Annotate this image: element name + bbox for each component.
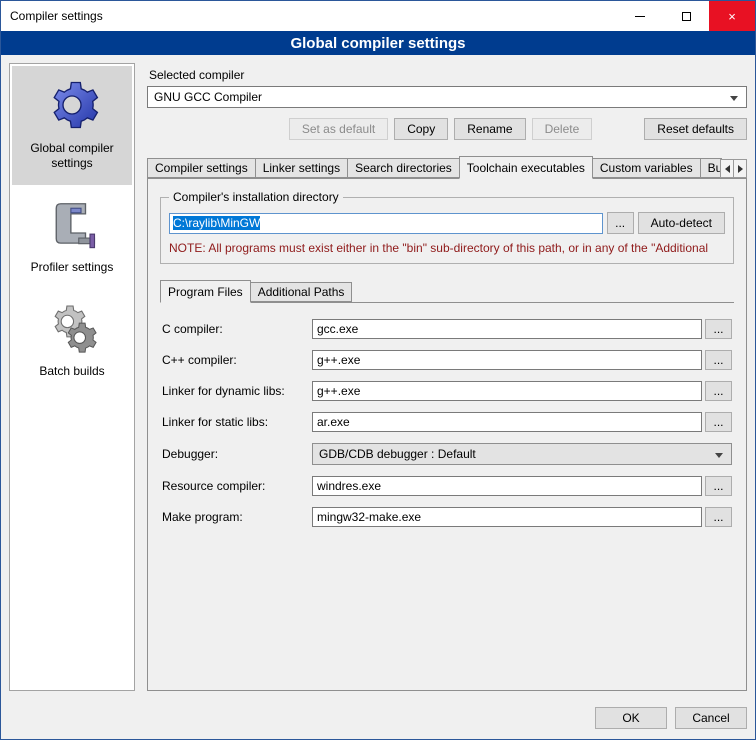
scroll-left-icon (725, 165, 730, 173)
tab-toolchain-executables[interactable]: Toolchain executables (459, 156, 593, 179)
dynamic-linker-browse-button[interactable]: ... (705, 381, 732, 401)
make-program-row: Make program: ... (162, 507, 732, 527)
reset-defaults-button[interactable]: Reset defaults (644, 118, 747, 140)
resource-compiler-row: Resource compiler: ... (162, 476, 732, 496)
delete-button: Delete (532, 118, 593, 140)
tab-linker-settings[interactable]: Linker settings (255, 158, 348, 178)
sidebar-item-label: Batch builds (39, 364, 104, 379)
static-linker-row: Linker for static libs: ... (162, 412, 732, 432)
installation-directory-input[interactable]: C:\raylib\MinGW (169, 213, 603, 234)
c-compiler-row: C compiler: ... (162, 319, 732, 339)
tab-custom-variables[interactable]: Custom variables (592, 158, 701, 178)
titlebar: Compiler settings × (1, 1, 755, 31)
resource-compiler-input[interactable] (312, 476, 702, 496)
settings-tabbar: Compiler settings Linker settings Search… (147, 156, 747, 178)
static-linker-browse-button[interactable]: ... (705, 412, 732, 432)
static-linker-input[interactable] (312, 412, 702, 432)
resource-compiler-browse-button[interactable]: ... (705, 476, 732, 496)
debugger-label: Debugger: (162, 447, 312, 461)
program-files-tabbar: Program Files Additional Paths (160, 280, 734, 302)
debugger-select[interactable]: GDB/CDB debugger : Default (312, 443, 732, 465)
tab-build-options[interactable]: Build options (700, 158, 722, 178)
tab-scroll-right-button[interactable] (733, 159, 747, 178)
cpp-compiler-input[interactable] (312, 350, 702, 370)
tab-scroll-left-button[interactable] (720, 159, 734, 178)
bin-subdirectory-note: NOTE: All programs must exist either in … (169, 241, 725, 255)
tab-additional-paths[interactable]: Additional Paths (250, 282, 353, 302)
cancel-button[interactable]: Cancel (675, 707, 747, 729)
minimize-button[interactable] (617, 1, 663, 31)
debugger-select-value: GDB/CDB debugger : Default (319, 447, 476, 461)
make-program-input[interactable] (312, 507, 702, 527)
chevron-down-icon (715, 453, 723, 458)
installation-directory-group: Compiler's installation directory C:\ray… (160, 197, 734, 264)
auto-detect-button[interactable]: Auto-detect (638, 212, 725, 234)
compiler-settings-window: Compiler settings × Global compiler sett… (0, 0, 756, 740)
tab-scroll-buttons (721, 159, 747, 178)
maximize-button[interactable] (663, 1, 709, 31)
compiler-actions: Set as default Copy Rename Delete Reset … (147, 118, 747, 140)
compiler-select-value: GNU GCC Compiler (154, 90, 262, 104)
minimize-icon (635, 16, 645, 17)
sidebar-item-profiler-settings[interactable]: Profiler settings (12, 185, 132, 289)
make-program-label: Make program: (162, 510, 312, 524)
c-compiler-browse-button[interactable]: ... (705, 319, 732, 339)
installation-directory-value: C:\raylib\MinGW (173, 216, 260, 230)
cpp-compiler-row: C++ compiler: ... (162, 350, 732, 370)
chevron-down-icon (730, 96, 738, 101)
dialog-footer: OK Cancel (1, 699, 755, 739)
debugger-row: Debugger: GDB/CDB debugger : Default (162, 443, 732, 465)
dynamic-linker-row: Linker for dynamic libs: ... (162, 381, 732, 401)
blue-gear-icon (45, 78, 99, 132)
selected-compiler-label: Selected compiler (149, 68, 747, 82)
cpp-compiler-browse-button[interactable]: ... (705, 350, 732, 370)
close-icon: × (728, 9, 736, 24)
window-title: Compiler settings (10, 9, 103, 23)
installation-directory-row: C:\raylib\MinGW ... Auto-detect (169, 212, 725, 234)
c-compiler-label: C compiler: (162, 322, 312, 336)
make-program-browse-button[interactable]: ... (705, 507, 732, 527)
tab-compiler-settings[interactable]: Compiler settings (147, 158, 256, 178)
page-title: Global compiler settings (1, 31, 755, 55)
static-linker-label: Linker for static libs: (162, 415, 312, 429)
ok-button[interactable]: OK (595, 707, 667, 729)
settings-category-sidebar: Global compiler settings Profiler settin… (9, 63, 135, 691)
window-controls: × (617, 1, 755, 31)
dynamic-linker-label: Linker for dynamic libs: (162, 384, 312, 398)
cpp-compiler-label: C++ compiler: (162, 353, 312, 367)
close-button[interactable]: × (709, 1, 755, 31)
tab-search-directories[interactable]: Search directories (347, 158, 460, 178)
sidebar-item-global-compiler-settings[interactable]: Global compiler settings (12, 66, 132, 185)
dialog-body: Global compiler settings Profiler settin… (1, 55, 755, 699)
maximize-icon (682, 12, 691, 21)
scroll-right-icon (738, 165, 743, 173)
program-files-page: C compiler: ... C++ compiler: ... Linker… (160, 302, 734, 538)
resource-compiler-label: Resource compiler: (162, 479, 312, 493)
toolchain-executables-page: Compiler's installation directory C:\ray… (147, 178, 747, 691)
compiler-select[interactable]: GNU GCC Compiler (147, 86, 747, 108)
sidebar-item-batch-builds[interactable]: Batch builds (12, 289, 132, 393)
gray-gears-icon (45, 301, 99, 355)
set-as-default-button: Set as default (289, 118, 388, 140)
sidebar-item-label: Global compiler settings (16, 141, 128, 171)
sidebar-item-label: Profiler settings (31, 260, 114, 275)
main-panel: Selected compiler GNU GCC Compiler Set a… (147, 63, 747, 691)
dynamic-linker-input[interactable] (312, 381, 702, 401)
rename-button[interactable]: Rename (454, 118, 525, 140)
installation-directory-browse-button[interactable]: ... (607, 212, 634, 234)
tab-program-files[interactable]: Program Files (160, 280, 251, 303)
profiler-clamp-icon (45, 197, 99, 251)
installation-directory-group-title: Compiler's installation directory (169, 190, 343, 204)
c-compiler-input[interactable] (312, 319, 702, 339)
copy-button[interactable]: Copy (394, 118, 448, 140)
